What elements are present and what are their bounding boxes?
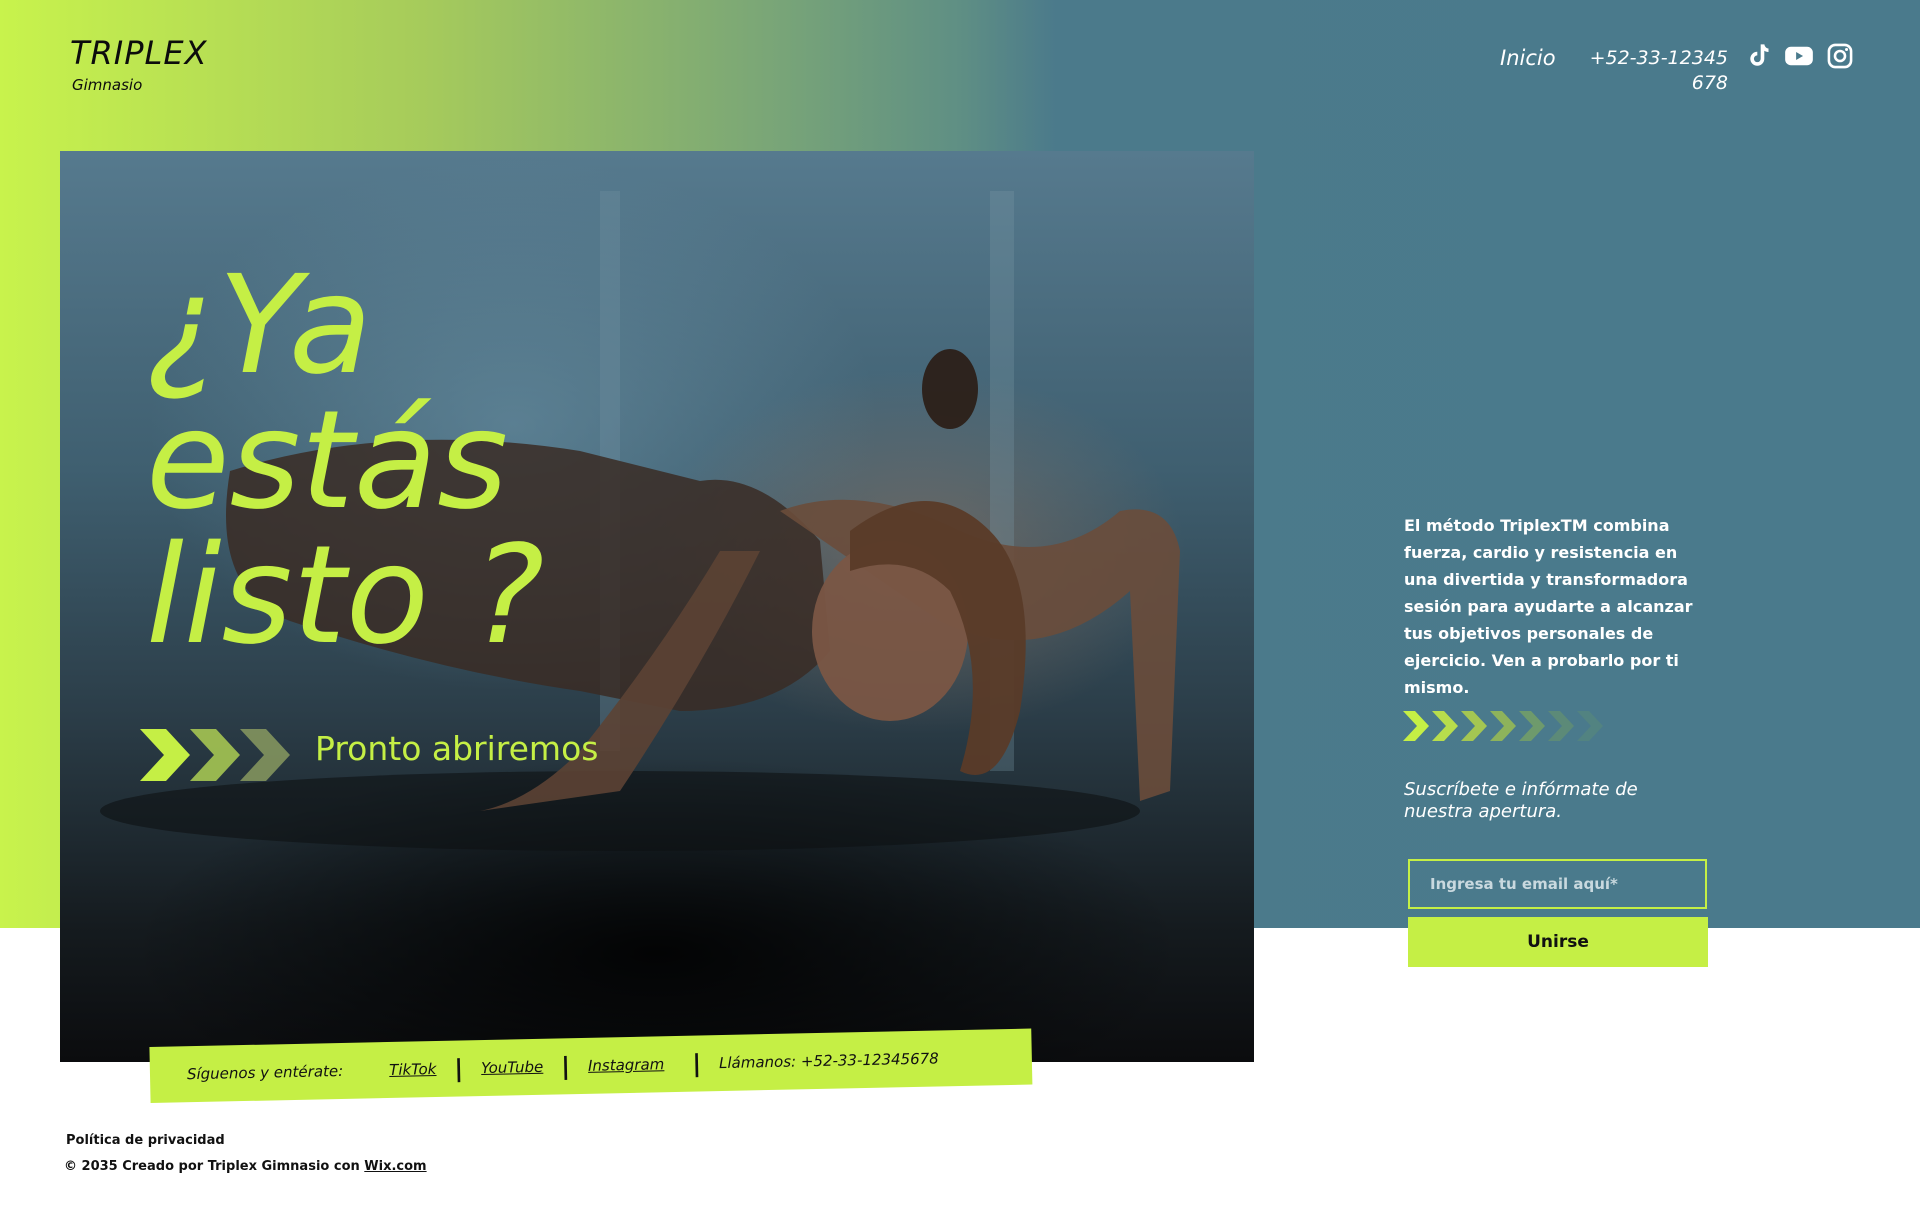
side-chevrons-icon [1403, 711, 1603, 741]
hero-title: ¿Ya estás listo ? [146, 247, 545, 675]
instagram-icon[interactable] [1826, 42, 1854, 70]
subscribe-text: Suscríbete e infórmate de nuestra apertu… [1404, 779, 1638, 822]
hero-title-line: ¿Ya [146, 247, 373, 405]
hero-image: ¿Ya estás listo ? Pronto abriremos [60, 151, 1254, 1062]
ribbon-separator: | [691, 1049, 702, 1078]
ribbon-tiktok-link[interactable]: TikTok [389, 1060, 437, 1079]
brand-logo[interactable]: TRIPLEX Gimnasio [70, 34, 207, 94]
nav-home-link[interactable]: Inicio [1500, 46, 1556, 70]
ribbon-separator: | [454, 1054, 464, 1083]
join-button[interactable]: Unirse [1408, 917, 1708, 967]
method-description: El método TriplexTM combina fuerza, card… [1404, 516, 1693, 697]
ribbon-instagram-link[interactable]: Instagram [588, 1055, 665, 1075]
privacy-policy-link[interactable]: Política de privacidad [66, 1133, 225, 1148]
ribbon-call-text: Llámanos: +52-33-12345678 [718, 1049, 939, 1073]
email-input[interactable] [1408, 859, 1707, 909]
brand-title: TRIPLEX [70, 34, 208, 72]
hero-title-line: estás [146, 382, 509, 540]
ribbon-follow-label: Síguenos y entérate: [186, 1061, 344, 1084]
copyright-text: © 2035 Creado por Triplex Gimnasio con [64, 1159, 365, 1174]
tiktok-icon[interactable] [1744, 42, 1772, 70]
coming-soon-text: Pronto abriremos [315, 729, 599, 768]
ribbon-youtube-link[interactable]: YouTube [481, 1058, 543, 1077]
ribbon-separator: | [560, 1052, 571, 1081]
wix-link[interactable]: Wix.com [364, 1159, 426, 1174]
footer-copyright: © 2035 Creado por Triplex Gimnasio con W… [64, 1159, 427, 1174]
youtube-icon[interactable] [1784, 42, 1814, 70]
hero-title-line: listo ? [146, 517, 545, 675]
brand-subtitle: Gimnasio [72, 76, 143, 94]
hero-chevrons-icon [140, 729, 290, 781]
nav-phone: +52-33-12345678 [1589, 47, 1728, 94]
